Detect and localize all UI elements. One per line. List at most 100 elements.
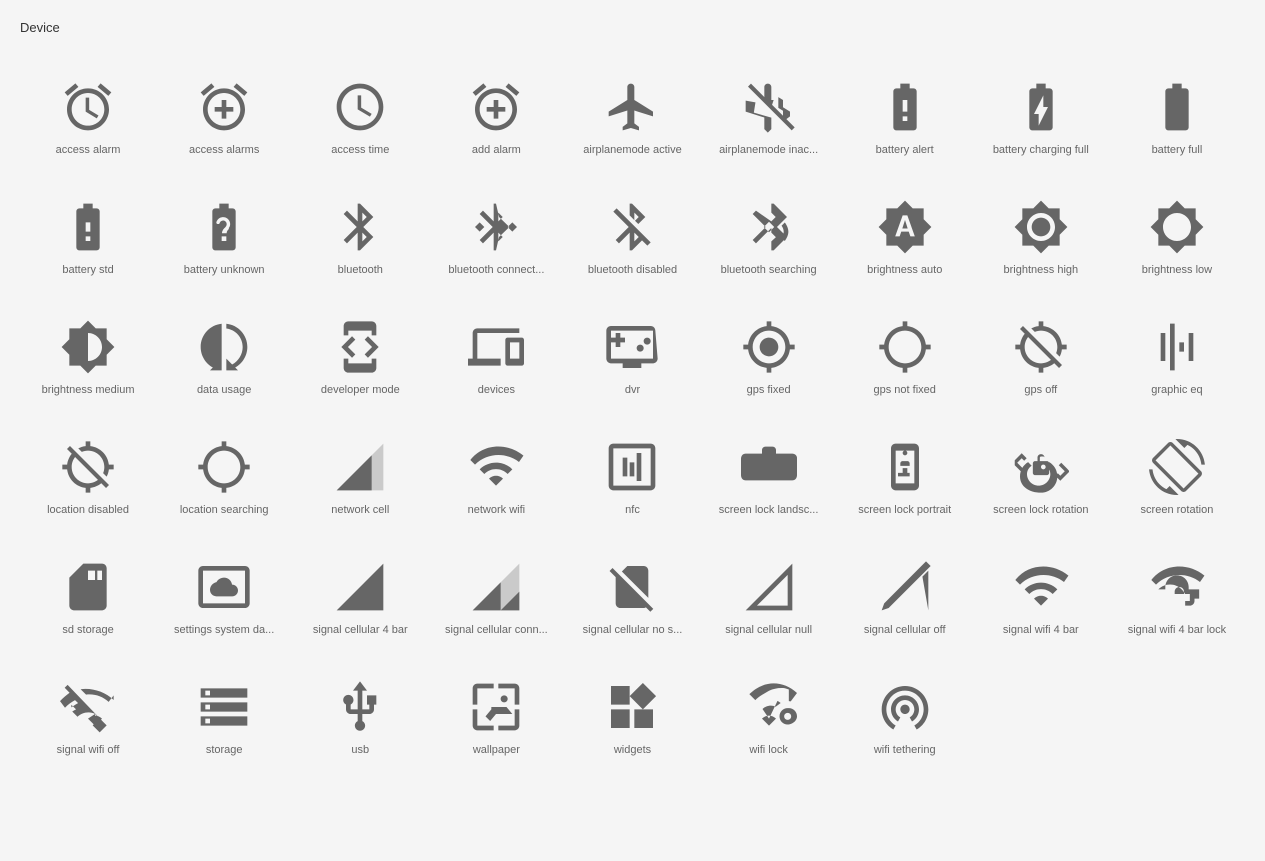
battery-unknown-label: battery unknown xyxy=(184,263,265,277)
dvr-label: dvr xyxy=(625,383,640,397)
signal-cellular-4-bar-label: signal cellular 4 bar xyxy=(313,623,408,637)
icon-item-sd-storage: sd storage xyxy=(20,535,156,645)
wifi-tethering-icon xyxy=(877,679,933,735)
icon-item-signal-wifi-4-bar: signal wifi 4 bar xyxy=(973,535,1109,645)
icon-item-battery-alert: battery alert xyxy=(837,55,973,165)
bluetooth-searching-label: bluetooth searching xyxy=(721,263,817,277)
icon-item-gps-fixed: gps fixed xyxy=(701,295,837,405)
wifi-tethering-label: wifi tethering xyxy=(874,743,936,757)
icon-item-battery-charging-full: battery charging full xyxy=(973,55,1109,165)
network-cell-label: network cell xyxy=(331,503,389,517)
signal-wifi-off-label: signal wifi off xyxy=(57,743,120,757)
add-alarm-icon xyxy=(468,79,524,135)
bluetooth-label: bluetooth xyxy=(338,263,383,277)
signal-wifi-4-bar-lock-label: signal wifi 4 bar lock xyxy=(1128,623,1226,637)
battery-alert-label: battery alert xyxy=(876,143,934,157)
access-alarms-label: access alarms xyxy=(189,143,259,157)
brightness-high-label: brightness high xyxy=(1004,263,1079,277)
signal-wifi-4-bar-label: signal wifi 4 bar xyxy=(1003,623,1079,637)
icon-item-developer-mode: developer mode xyxy=(292,295,428,405)
section-title: Device xyxy=(20,20,1245,35)
signal-cellular-off-icon xyxy=(877,559,933,615)
battery-std-label: battery std xyxy=(62,263,113,277)
usb-icon xyxy=(332,679,388,735)
icon-item-graphic-eq: graphic eq xyxy=(1109,295,1245,405)
access-alarm-label: access alarm xyxy=(56,143,121,157)
graphic-eq-icon xyxy=(1149,319,1205,375)
access-alarms-icon xyxy=(196,79,252,135)
icon-item-location-searching: location searching xyxy=(156,415,292,525)
devices-icon xyxy=(468,319,524,375)
icon-item-devices: devices xyxy=(428,295,564,405)
signal-cellular-no-sim-label: signal cellular no s... xyxy=(583,623,683,637)
icon-item-bluetooth-connected: bluetooth connect... xyxy=(428,175,564,285)
screen-rotation-label: screen rotation xyxy=(1141,503,1214,517)
icon-item-signal-wifi-off: signal wifi off xyxy=(20,655,156,765)
access-time-label: access time xyxy=(331,143,389,157)
graphic-eq-label: graphic eq xyxy=(1151,383,1202,397)
icon-item-storage: storage xyxy=(156,655,292,765)
icon-grid: access alarm access alarms access time a… xyxy=(20,55,1245,765)
signal-cellular-null-label: signal cellular null xyxy=(725,623,812,637)
nfc-label: nfc xyxy=(625,503,640,517)
icon-item-data-usage: data usage xyxy=(156,295,292,405)
signal-wifi-4-bar-icon xyxy=(1013,559,1069,615)
icon-item-brightness-high: brightness high xyxy=(973,175,1109,285)
developer-mode-label: developer mode xyxy=(321,383,400,397)
icon-item-gps-not-fixed: gps not fixed xyxy=(837,295,973,405)
developer-mode-icon xyxy=(332,319,388,375)
icon-item-wallpaper: wallpaper xyxy=(428,655,564,765)
bluetooth-searching-icon xyxy=(741,199,797,255)
icon-item-network-cell: network cell xyxy=(292,415,428,525)
location-searching-icon xyxy=(196,439,252,495)
battery-full-icon xyxy=(1149,79,1205,135)
airplanemode-inactive-icon xyxy=(741,79,797,135)
wallpaper-icon xyxy=(468,679,524,735)
icon-item-network-wifi: network wifi xyxy=(428,415,564,525)
icon-item-battery-full: battery full xyxy=(1109,55,1245,165)
gps-off-label: gps off xyxy=(1024,383,1057,397)
screen-rotation-icon xyxy=(1149,439,1205,495)
airplanemode-active-label: airplanemode active xyxy=(583,143,681,157)
signal-cellular-no-sim-icon xyxy=(604,559,660,615)
icon-item-access-time: access time xyxy=(292,55,428,165)
brightness-medium-label: brightness medium xyxy=(42,383,135,397)
icon-item-widgets: widgets xyxy=(564,655,700,765)
battery-full-label: battery full xyxy=(1152,143,1203,157)
airplanemode-active-icon xyxy=(604,79,660,135)
screen-lock-landscape-icon xyxy=(741,439,797,495)
icon-item-location-disabled: location disabled xyxy=(20,415,156,525)
icon-item-settings-system-daydream: settings system da... xyxy=(156,535,292,645)
signal-cellular-4-bar-icon xyxy=(332,559,388,615)
screen-lock-rotation-label: screen lock rotation xyxy=(993,503,1088,517)
icon-item-add-alarm: add alarm xyxy=(428,55,564,165)
icon-item-screen-rotation: screen rotation xyxy=(1109,415,1245,525)
access-time-icon xyxy=(332,79,388,135)
icon-item-brightness-low: brightness low xyxy=(1109,175,1245,285)
battery-alert-icon xyxy=(877,79,933,135)
signal-cellular-connected-label: signal cellular conn... xyxy=(445,623,548,637)
brightness-auto-icon xyxy=(877,199,933,255)
icon-item-usb: usb xyxy=(292,655,428,765)
network-cell-icon xyxy=(332,439,388,495)
add-alarm-label: add alarm xyxy=(472,143,521,157)
signal-wifi-off-icon xyxy=(60,679,116,735)
icon-item-bluetooth: bluetooth xyxy=(292,175,428,285)
data-usage-icon xyxy=(196,319,252,375)
icon-item-access-alarm: access alarm xyxy=(20,55,156,165)
battery-charging-full-label: battery charging full xyxy=(993,143,1089,157)
signal-wifi-4-bar-lock-icon xyxy=(1149,559,1205,615)
icon-item-signal-cellular-null: signal cellular null xyxy=(701,535,837,645)
icon-item-bluetooth-disabled: bluetooth disabled xyxy=(564,175,700,285)
icon-item-access-alarms: access alarms xyxy=(156,55,292,165)
icon-item-battery-unknown: battery unknown xyxy=(156,175,292,285)
battery-unknown-icon xyxy=(196,199,252,255)
wifi-lock-label: wifi lock xyxy=(749,743,788,757)
devices-label: devices xyxy=(478,383,515,397)
icon-item-signal-cellular-connected: signal cellular conn... xyxy=(428,535,564,645)
icon-item-signal-wifi-4-bar-lock: signal wifi 4 bar lock xyxy=(1109,535,1245,645)
network-wifi-icon xyxy=(468,439,524,495)
access-alarm-icon xyxy=(60,79,116,135)
screen-lock-portrait-label: screen lock portrait xyxy=(858,503,951,517)
signal-cellular-off-label: signal cellular off xyxy=(864,623,946,637)
